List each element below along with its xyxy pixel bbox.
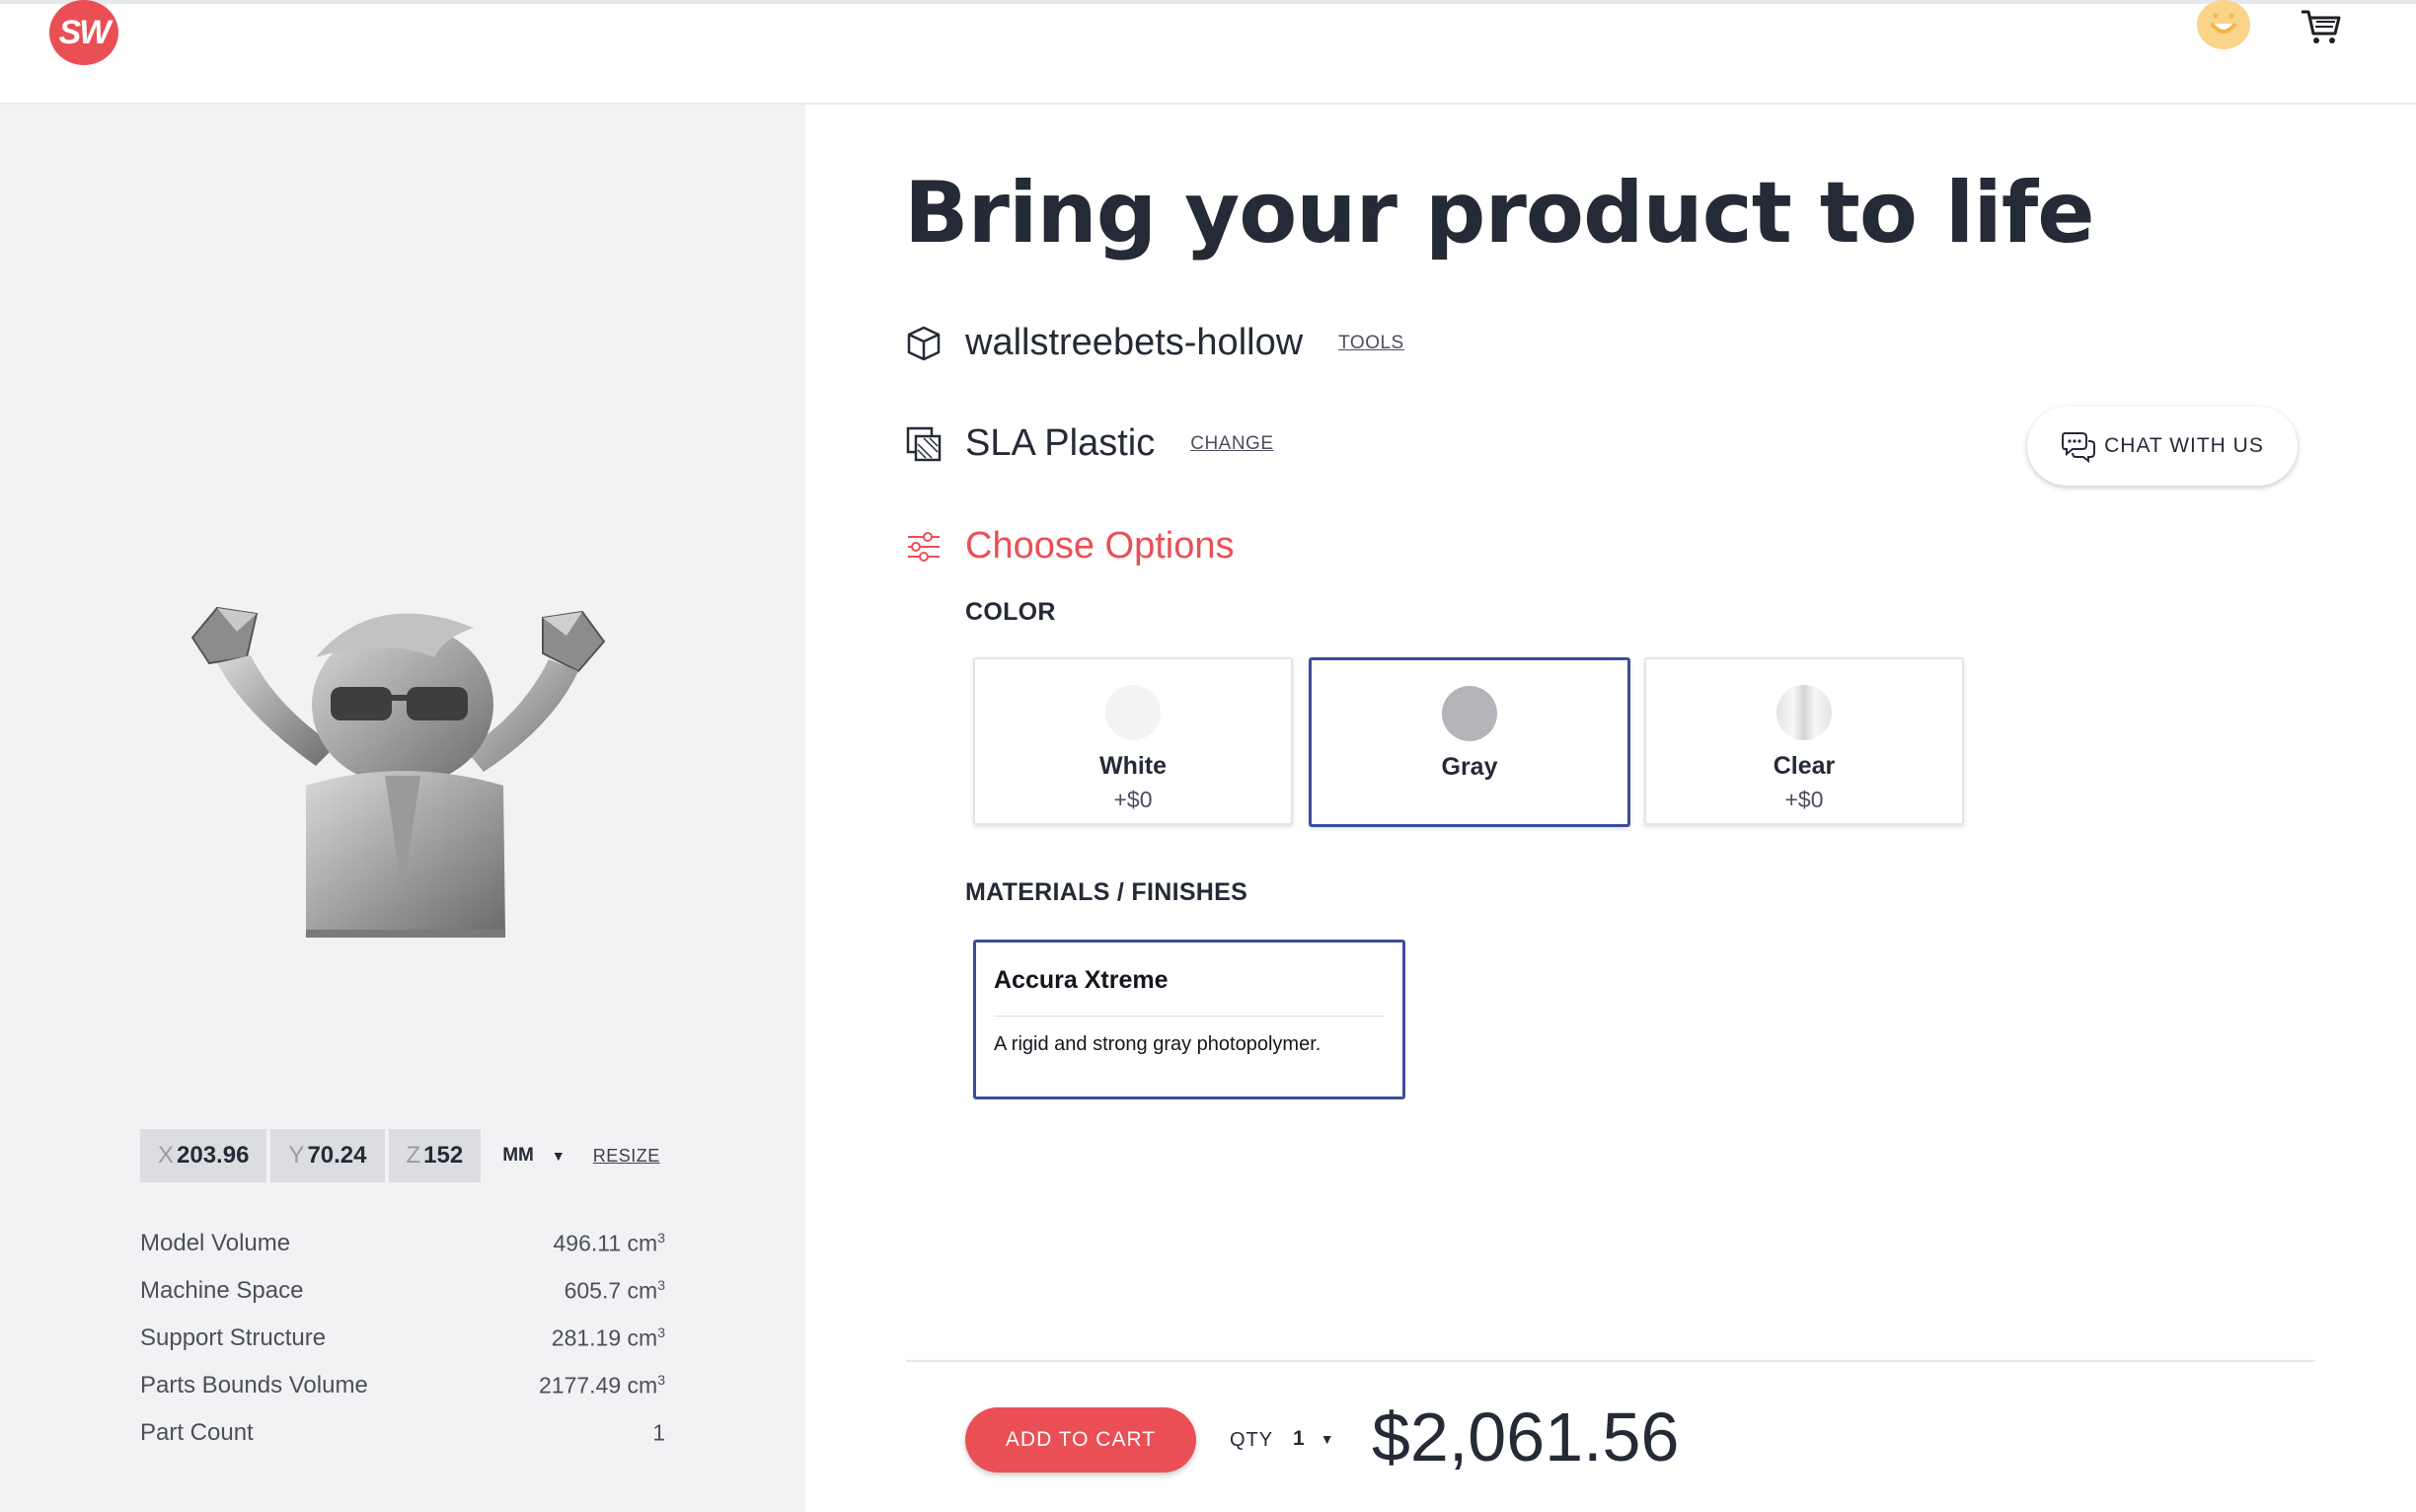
stat-row: Part Count 1 [140, 1409, 665, 1457]
finish-option-accura-xtreme[interactable]: Accura Xtreme A rigid and strong gray ph… [973, 940, 1405, 1099]
stat-label: Support Structure [140, 1324, 327, 1351]
units-select[interactable]: MM ▼ [502, 1145, 566, 1167]
file-row: wallstreebets-hollow TOOLS [904, 322, 1404, 364]
color-price: +$0 [1784, 787, 1824, 812]
stat-value: 1 [652, 1419, 665, 1446]
y-axis-label: Y [288, 1142, 305, 1169]
resize-link[interactable]: RESIZE [593, 1146, 660, 1167]
sliders-icon [908, 531, 940, 562]
finish-name: Accura Xtreme [994, 966, 1169, 994]
tools-link[interactable]: TOOLS [1338, 333, 1404, 354]
site-header: SW [0, 0, 2416, 105]
chat-with-us-button[interactable]: CHAT WITH US [2027, 407, 2298, 486]
dimension-z-field[interactable]: Z 152 [388, 1129, 482, 1182]
color-label: COLOR [965, 598, 1056, 626]
chevron-down-icon: ▼ [1320, 1431, 1334, 1447]
x-value: 203.96 [177, 1142, 250, 1169]
color-option-white[interactable]: White +$0 [973, 657, 1293, 825]
dimension-y-field[interactable]: Y 70.24 [270, 1129, 385, 1182]
clear-swatch [1776, 685, 1832, 740]
model-panel: X 203.96 Y 70.24 Z 152 MM ▼ RESIZE Model… [0, 105, 805, 1512]
stat-label: Machine Space [140, 1277, 304, 1304]
dimensions-bar: X 203.96 Y 70.24 Z 152 MM ▼ RESIZE [140, 1129, 660, 1182]
dimension-x-field[interactable]: X 203.96 [140, 1129, 267, 1182]
change-link[interactable]: CHANGE [1190, 433, 1273, 455]
stat-label: Model Volume [140, 1230, 291, 1256]
smiley-avatar-icon[interactable] [2197, 0, 2250, 49]
qty-value: 1 [1293, 1427, 1305, 1450]
options-row: Choose Options [904, 525, 1235, 567]
units-value: MM [502, 1145, 534, 1166]
page-title: Bring your product to life [904, 164, 2095, 263]
choose-options-heading: Choose Options [965, 525, 1235, 567]
footer-divider [906, 1360, 2315, 1362]
y-value: 70.24 [307, 1142, 367, 1169]
stat-row: Model Volume 496.11 cm3 [140, 1220, 665, 1267]
qty-label: QTY [1230, 1429, 1274, 1451]
file-name: wallstreebets-hollow [965, 322, 1304, 363]
color-option-clear[interactable]: Clear +$0 [1644, 657, 1964, 825]
divider [994, 1016, 1385, 1017]
color-option-gray[interactable]: Gray [1309, 657, 1630, 827]
color-name: Gray [1441, 753, 1498, 781]
chat-label: CHAT WITH US [2104, 434, 2264, 457]
stat-value: 2177.49 cm3 [539, 1372, 665, 1399]
stat-value: 605.7 cm3 [564, 1277, 665, 1304]
chevron-down-icon: ▼ [551, 1148, 566, 1164]
model-stats: Model Volume 496.11 cm3 Machine Space 60… [140, 1220, 665, 1457]
stat-row: Parts Bounds Volume 2177.49 cm3 [140, 1362, 665, 1409]
x-axis-label: X [158, 1142, 175, 1169]
stat-label: Part Count [140, 1419, 254, 1446]
stat-label: Parts Bounds Volume [140, 1372, 368, 1399]
stat-value: 496.11 cm3 [553, 1230, 666, 1256]
color-name: White [1098, 752, 1168, 780]
stat-row: Support Structure 281.19 cm3 [140, 1315, 665, 1362]
color-price: +$0 [1113, 787, 1153, 812]
3d-model-preview[interactable] [188, 598, 612, 1032]
total-price: $2,061.56 [1372, 1399, 1680, 1475]
chat-icon [2062, 432, 2096, 463]
z-axis-label: Z [406, 1142, 421, 1169]
gray-swatch [1442, 686, 1497, 741]
z-value: 152 [423, 1142, 464, 1169]
finish-description: A rigid and strong gray photopolymer. [994, 1033, 1321, 1055]
stat-value: 281.19 cm3 [551, 1324, 665, 1351]
qty-select[interactable]: 1 ▼ [1293, 1427, 1334, 1451]
material-row: SLA Plastic CHANGE [904, 422, 1274, 465]
add-to-cart-button[interactable]: ADD TO CART [965, 1407, 1196, 1473]
cube-icon [907, 326, 941, 360]
shopping-cart-icon[interactable] [2300, 8, 2343, 47]
material-icon [906, 426, 942, 461]
logo[interactable]: SW [49, 0, 118, 65]
stat-row: Machine Space 605.7 cm3 [140, 1267, 665, 1315]
material-name: SLA Plastic [965, 422, 1156, 464]
color-name: Clear [1773, 752, 1836, 780]
materials-finishes-label: MATERIALS / FINISHES [965, 878, 1248, 906]
white-swatch [1105, 685, 1161, 740]
